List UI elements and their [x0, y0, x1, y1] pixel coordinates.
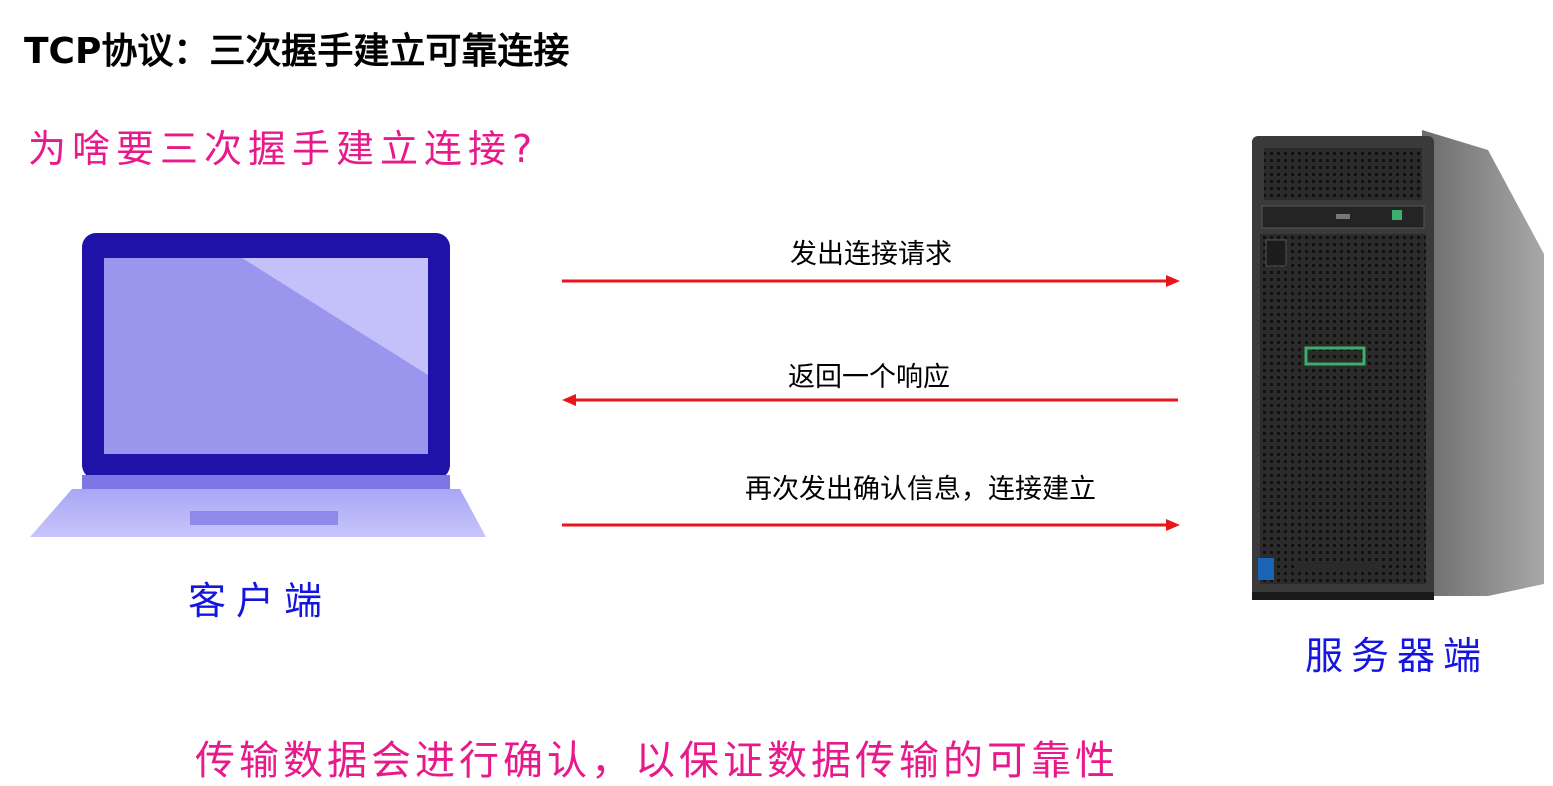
message-syn: 发出连接请求 [790, 239, 952, 270]
arrow-syn-ack [562, 394, 1178, 406]
arrow-syn [562, 275, 1180, 287]
page-title: TCP协议：三次握手建立可靠连接 [24, 31, 570, 72]
footer-annotation: 传输数据会进行确认，以保证数据传输的可靠性 [195, 738, 1119, 784]
message-ack: 再次发出确认信息，连接建立 [745, 474, 1096, 505]
power-button [1392, 210, 1402, 220]
server-side-panel [1422, 130, 1544, 596]
laptop-hinge [82, 475, 450, 489]
server-top-vent [1264, 148, 1422, 200]
laptop-icon [30, 233, 486, 537]
arrow-ack [562, 519, 1180, 531]
client-label: 客户端 [188, 579, 333, 623]
question-annotation: 为啥要三次握手建立连接? [28, 127, 539, 171]
server-cpu-sticker [1258, 558, 1274, 580]
message-syn-ack: 返回一个响应 [788, 362, 950, 393]
server-front-grill [1260, 234, 1426, 584]
laptop-touchpad [190, 511, 338, 525]
server-label: 服务器端 [1305, 634, 1490, 678]
tower-server-icon [1252, 130, 1544, 600]
